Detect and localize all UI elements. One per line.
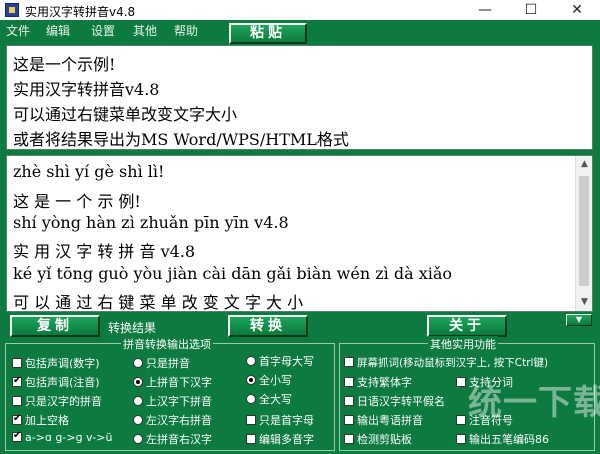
other-features-title: 其他实用功能 (428, 336, 498, 352)
option-initial-only[interactable]: 只是首字母 (246, 412, 314, 428)
option-japanese-kana[interactable]: 日语汉字转平假名 (344, 393, 445, 409)
window-title: 实用汉字转拼音v4.8 (25, 5, 136, 19)
option-edit-polyphone[interactable]: 编辑多音字 (246, 431, 314, 447)
checkbox-icon[interactable] (456, 434, 466, 444)
checkbox-icon[interactable] (344, 434, 354, 444)
checkbox-checked-icon[interactable] (12, 413, 22, 425)
result-label: 转换结果 (108, 321, 157, 335)
input-text-area[interactable]: 这是一个示例! 实用汉字转拼音v4.8 可以通过右键菜单改变文字大小 或者将结果… (6, 45, 593, 150)
menu-other[interactable]: 其他 (133, 22, 157, 39)
menu-settings[interactable]: 设置 (91, 22, 115, 39)
radio-icon[interactable] (133, 434, 143, 444)
checkbox-icon[interactable] (456, 415, 466, 425)
option-capitalize-first[interactable]: 首字母大写 (246, 353, 314, 369)
radio-selected-icon[interactable] (246, 375, 256, 385)
menu-file[interactable]: 文件 (6, 22, 30, 39)
option-pinyin-above[interactable]: 上拼音下汉字 (133, 374, 212, 390)
input-line: 或者将结果导出为MS Word/WPS/HTML格式 (13, 130, 349, 149)
input-line: 这是一个示例! (13, 55, 116, 74)
option-hanzi-only[interactable]: 只是汉字的拼音 (12, 393, 102, 409)
option-traditional[interactable]: 支持繁体字 (344, 374, 412, 390)
copy-button[interactable]: 复制 (10, 315, 100, 337)
watermark-logo: 统一下载站 (468, 383, 600, 423)
checkbox-icon[interactable] (12, 396, 22, 406)
convert-button[interactable]: 转换 (228, 315, 308, 337)
radio-icon[interactable] (246, 356, 256, 366)
maximize-button[interactable]: ☐ (508, 0, 554, 20)
radio-icon[interactable] (246, 394, 256, 404)
output-line: 这 是 一 个 示 例! (13, 192, 141, 211)
close-button[interactable]: ✕ (554, 0, 600, 20)
title-bar: 实用汉字转拼音v4.8 — ☐ ✕ (0, 0, 600, 20)
option-pinyin-left[interactable]: 左拼音右汉字 (133, 431, 212, 447)
checkbox-icon[interactable] (344, 415, 354, 425)
output-line: shí yòng hàn zì zhuǎn pīn yīn v4.8 (13, 213, 289, 232)
conversion-options-group: 拼音转换输出选项 包括声调(数字) 包括声调(注音) 只是汉字的拼音 加上空格 … (5, 336, 335, 451)
checkbox-icon[interactable] (12, 358, 22, 368)
option-cantonese[interactable]: 输出粤语拼音 (344, 412, 423, 428)
checkbox-icon[interactable] (344, 357, 354, 367)
checkbox-icon[interactable] (456, 377, 466, 387)
option-lowercase[interactable]: 全小写 (246, 372, 292, 388)
output-line: 实 用 汉 字 转 拼 音 v4.8 (13, 242, 196, 261)
checkbox-icon[interactable] (246, 415, 256, 425)
option-hanzi-left[interactable]: 左汉字右拼音 (133, 412, 212, 428)
option-hanzi-above[interactable]: 上汉字下拼音 (133, 393, 212, 409)
option-pinyin-only[interactable]: 只是拼音 (133, 355, 190, 371)
output-text-area[interactable]: zhè shì yí gè shì lì! 这 是 一 个 示 例! shí y… (6, 155, 593, 312)
menu-help[interactable]: 帮助 (174, 22, 198, 39)
chevron-down-icon[interactable]: ▼ (566, 314, 592, 326)
radio-icon[interactable] (133, 396, 143, 406)
app-icon (5, 3, 19, 17)
conversion-options-title: 拼音转换输出选项 (121, 336, 213, 352)
option-monitor-clipboard[interactable]: 检测剪贴板 (344, 431, 412, 447)
option-uppercase[interactable]: 全大写 (246, 391, 292, 407)
option-letter-replace[interactable]: a->ɑ g->ɡ v->ü (12, 430, 112, 444)
checkbox-checked-icon[interactable] (12, 375, 22, 387)
output-scrollbar[interactable]: ▲ ▼ (575, 156, 592, 311)
input-line: 实用汉字转拼音v4.8 (13, 80, 160, 99)
about-button[interactable]: 关于 (427, 315, 507, 337)
option-screen-capture[interactable]: 屏幕抓词(移动鼠标到汉字上, 按下Ctrl键) (344, 355, 548, 370)
checkbox-icon[interactable] (246, 434, 256, 444)
option-tone-mark[interactable]: 包括声调(注音) (12, 374, 100, 390)
radio-selected-icon[interactable] (133, 377, 143, 387)
radio-icon[interactable] (133, 358, 143, 368)
output-line: zhè shì yí gè shì lì! (13, 162, 165, 181)
paste-button[interactable]: 粘贴 (229, 23, 307, 44)
option-add-space[interactable]: 加上空格 (12, 412, 69, 428)
scroll-up-icon[interactable]: ▲ (576, 156, 593, 173)
menu-edit[interactable]: 编辑 (46, 22, 70, 39)
radio-icon[interactable] (133, 415, 143, 425)
option-wubi86[interactable]: 输出五笔编码86 (456, 431, 549, 447)
minimize-button[interactable]: — (462, 0, 508, 20)
scroll-thumb[interactable] (579, 176, 589, 286)
scroll-down-icon[interactable]: ▼ (576, 294, 593, 311)
output-line: ké yǐ tōng guò yòu jiàn cài dān gǎi biàn… (13, 264, 453, 283)
checkbox-checked-icon[interactable] (12, 430, 22, 442)
option-tone-number[interactable]: 包括声调(数字) (12, 355, 100, 371)
output-line: 可 以 通 过 右 键 菜 单 改 变 文 字 大 小 (13, 293, 304, 312)
checkbox-icon[interactable] (344, 377, 354, 387)
input-line: 可以通过右键菜单改变文字大小 (13, 105, 238, 124)
checkbox-icon[interactable] (344, 396, 354, 406)
